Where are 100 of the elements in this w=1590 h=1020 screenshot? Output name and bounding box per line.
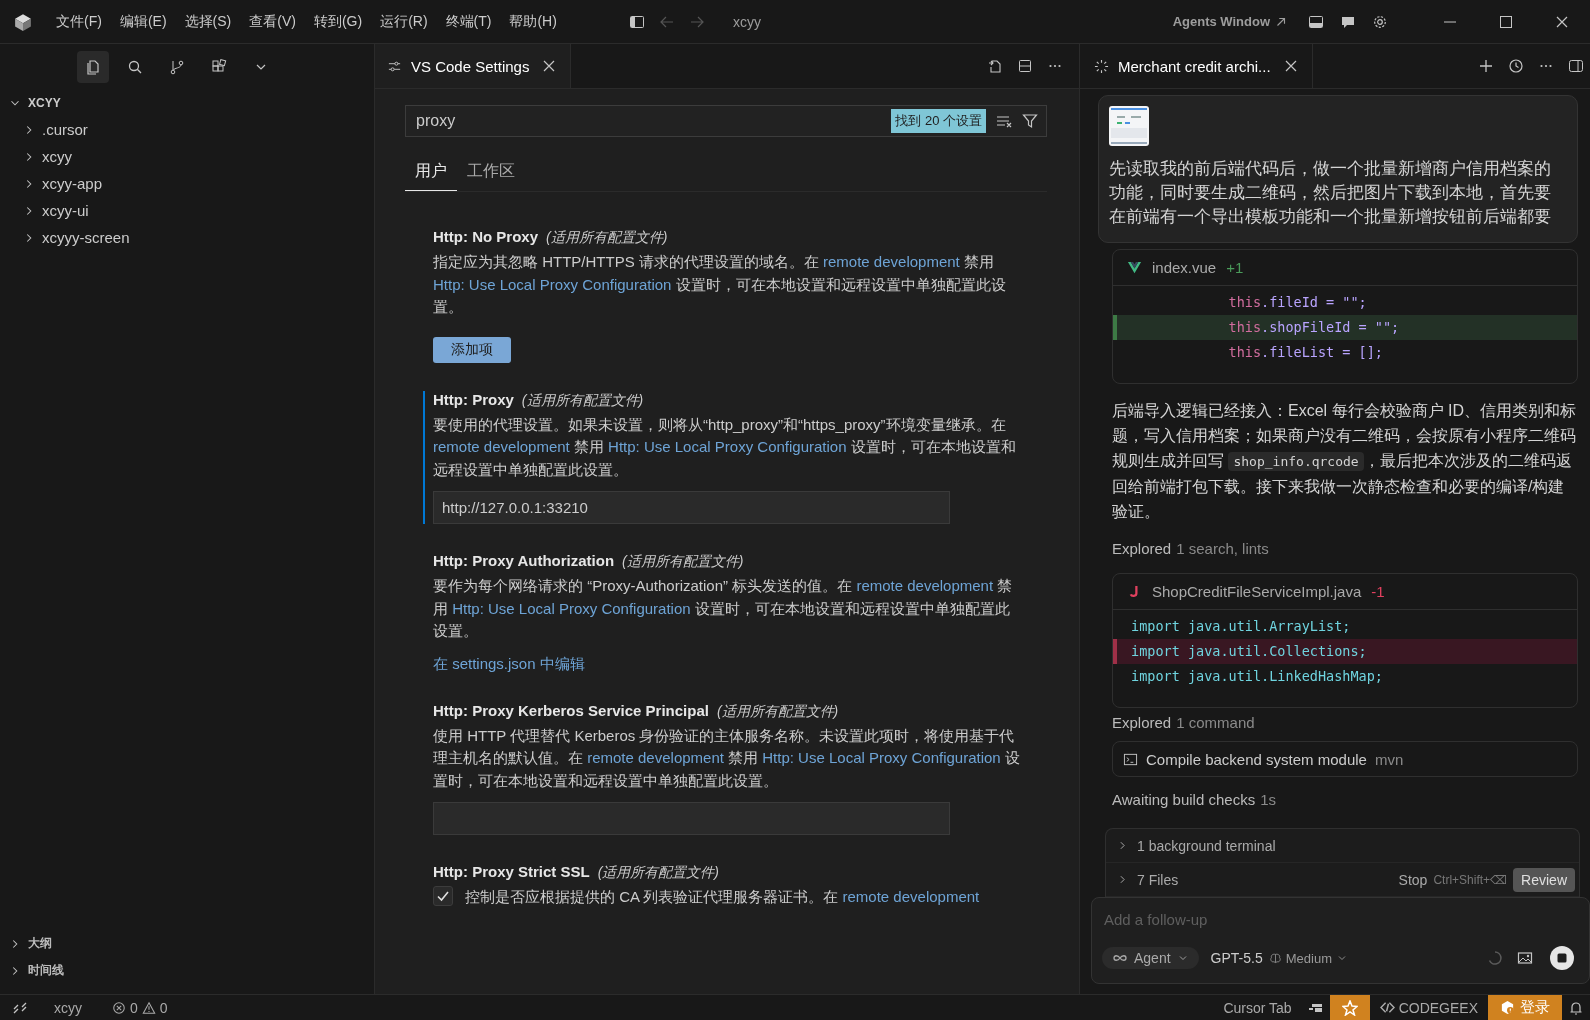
tree-item[interactable]: xcyy-app [0, 170, 374, 197]
cursor-tab-status[interactable]: Cursor Tab [1213, 999, 1302, 1016]
change-count: -1 [1371, 583, 1385, 600]
setting-link[interactable]: remote development [587, 749, 724, 766]
tree-item[interactable]: xcyy [0, 143, 374, 170]
tray-row-toggle[interactable]: 7 Files [1116, 871, 1179, 888]
vue-file-icon [1127, 260, 1142, 275]
agent-mode-dropdown[interactable]: Agent [1102, 947, 1199, 969]
setting-link[interactable]: remote development [842, 888, 980, 905]
explorer-icon[interactable] [77, 50, 109, 83]
menu-item[interactable]: 文件(F) [48, 8, 110, 35]
tree-item[interactable]: xcyy-ui [0, 197, 374, 224]
status-label: Explored [1112, 714, 1172, 731]
command-card[interactable]: Compile backend system module mvn [1112, 741, 1578, 777]
setting-link[interactable]: Http: Use Local Proxy Configuration [608, 438, 847, 455]
setting-scope: (适用所有配置文件) [521, 391, 644, 410]
change-count: +1 [1226, 259, 1244, 276]
warning-icon[interactable] [141, 1000, 156, 1015]
menu-item[interactable]: 选择(S) [176, 8, 240, 35]
menu-item[interactable]: 转到(G) [305, 8, 371, 35]
tree-item[interactable]: .cursor [0, 116, 374, 143]
setting-link[interactable]: Http: Use Local Proxy Configuration [433, 275, 672, 293]
code-line: import java.util.ArrayList; [1130, 617, 1352, 636]
setting-title: Http: Proxy Kerberos Service Principal [433, 701, 709, 719]
setting-title: Http: Proxy Authorization [433, 552, 615, 569]
scope-tab[interactable]: 用户 [405, 155, 457, 191]
tab-title: VS Code Settings [411, 57, 530, 75]
menu-item[interactable]: 查看(V) [241, 8, 304, 35]
menu-item[interactable]: 运行(R) [372, 8, 436, 35]
hexagon-icon[interactable] [1500, 1000, 1515, 1015]
section-header[interactable]: 时间线 [0, 957, 374, 984]
status-label: Explored [1112, 540, 1172, 557]
setting-description: 使用 HTTP 代理替代 Kerberos 身份验证的主体服务名称。未设置此项时，将使用基于代理主机名的默认值。在 remote development 禁用 Http: Use Local Proxy Configuration 设置时，可在本地设置和远程设置中单独配置此设置。 [433, 725, 1021, 791]
tab-title: Merchant credit archi... [1118, 57, 1271, 75]
setting-description: 要使用的代理设置。如果未设置，则将从“http_proxy”和“https_proxy”环境变量继承。在 remote development 禁用 Http: Use Local Proxy Configuration 设置时，可在本地设置和远程设置中单独配置此设置。 [433, 414, 1017, 480]
text-field[interactable] [433, 802, 950, 835]
search-field[interactable]: proxy 找到 20 个设置 [405, 105, 1047, 137]
spinner-icon [1487, 950, 1503, 966]
window-title: xcyy [732, 13, 761, 30]
stop-button[interactable]: Stop [1398, 871, 1428, 888]
code-icon[interactable] [1379, 1000, 1395, 1015]
app-logo-icon [14, 12, 32, 31]
status-detail: 1 command [1176, 714, 1255, 731]
setting-scope: (适用所有配置文件) [546, 229, 668, 247]
folder-header[interactable]: XCYY [0, 89, 374, 116]
file-name[interactable]: index.vue [1152, 259, 1217, 276]
status-detail: 1s [1260, 791, 1276, 808]
setting-title: Http: Proxy Strict SSL [433, 863, 590, 880]
search-input[interactable]: proxy [414, 111, 890, 131]
setting-link[interactable]: remote development [856, 577, 994, 594]
tray-row-toggle[interactable]: 1 background terminal [1116, 837, 1276, 854]
agents-window-link[interactable]: Agents Window [1172, 14, 1288, 29]
shortcut-hint: Ctrl+Shift+⌫ [1433, 872, 1508, 887]
problems-indicator[interactable]: 0 0 [102, 999, 178, 1016]
scope-tab[interactable]: 工作区 [457, 155, 525, 191]
setting-link[interactable]: remote development [433, 438, 570, 455]
status-detail: 1 search, lints [1176, 540, 1269, 557]
setting-scope: (适用所有配置文件) [622, 553, 744, 571]
tree-item[interactable]: xcyyy-screen [0, 224, 374, 251]
setting-link[interactable]: Http: Use Local Proxy Configuration [762, 749, 1001, 766]
error-icon[interactable] [112, 1000, 126, 1015]
checkbox[interactable] [433, 886, 453, 906]
loading-spinner-icon [1094, 58, 1109, 74]
setting-title: Http: Proxy [433, 390, 514, 408]
codegeex-button[interactable]: CODEGEEX [1369, 999, 1488, 1016]
add-item-button[interactable]: 添加项 [433, 336, 511, 363]
inline-code: shop_info.qrcode [1228, 452, 1364, 471]
message-input[interactable]: Add a follow-up [1102, 910, 1577, 929]
code-line: this.fileId = ""; [1227, 293, 1368, 312]
setting-description: 控制是否应根据提供的 CA 列表验证代理服务器证书。在 remote development [465, 887, 980, 907]
setting-description: 要作为每个网络请求的 “Proxy-Authorization” 标头发送的值。在 remote development 禁用 Http: Use Local Proxy Configuration 设置时，可在本地设置和远程设置中单独配置此设置。 [433, 576, 1014, 641]
status-label: Awaiting build checks [1112, 791, 1256, 808]
brain-icon[interactable] [1268, 951, 1282, 965]
message-text: 先读取我的前后端代码后，做一个批量新增商户信用档案的功能，同时要生成二维码，然后把图片下载到本地，首先要在前端有一个导出模板功能和一个批量新增按钮前后端都要 [1109, 158, 1552, 227]
terminal-icon [1123, 751, 1138, 767]
workspace-name[interactable]: xcyy [44, 999, 92, 1016]
editor-tab[interactable]: VS Code Settings [375, 44, 572, 88]
stop-icon[interactable] [1547, 943, 1577, 973]
file-name[interactable]: ShopCreditFileServiceImpl.java [1152, 583, 1362, 600]
setting-scope: (适用所有配置文件) [597, 864, 719, 882]
edit-in-json-link[interactable]: 在 settings.json 中编辑 [433, 654, 585, 674]
model-dropdown[interactable]: GPT-5.5 [1210, 950, 1263, 966]
menu-item[interactable]: 终端(T) [437, 8, 500, 35]
code-line: import java.util.LinkedHashMap; [1130, 667, 1384, 686]
code-line: this.fileList = []; [1227, 343, 1384, 362]
section-header[interactable]: 大纲 [0, 930, 374, 957]
setting-link[interactable]: Http: Use Local Proxy Configuration [452, 599, 691, 617]
text-field[interactable]: http://127.0.0.1:33210 [433, 491, 950, 524]
setting-description: 指定应为其忽略 HTTP/HTTPS 请求的代理设置的域名。在 remote development 禁用 Http: Use Local Proxy Configuration 设置时，可在本地设置和远程设置中单独配置此设置。 [433, 252, 1007, 317]
setting-scope: (适用所有配置文件) [716, 702, 839, 721]
setting-link[interactable]: remote development [823, 253, 960, 270]
effort-dropdown[interactable]: Medium [1268, 950, 1348, 966]
command-tool: mvn [1374, 750, 1404, 768]
review-button[interactable]: Review [1513, 867, 1575, 892]
menu-item[interactable]: 帮助(H) [501, 8, 565, 35]
menu-item[interactable]: 编辑(E) [111, 8, 175, 35]
command-label: Compile backend system module [1146, 750, 1367, 768]
setting-title: Http: No Proxy [433, 228, 538, 245]
result-count-badge: 找到 20 个设置 [891, 109, 986, 133]
message-text: 后端导入逻辑已经接入：Excel 每行会校验商户 ID、信用类别和标题，写入信用档案；如果商户没有二维码，会按原有小程序二维码规则生成并回写 shop_info.qrcode ，最后把本次涉及的二维码返回给前端打包下载。接下来我做一次静态检查和必要的编译/构建验证。 [1112, 401, 1577, 522]
